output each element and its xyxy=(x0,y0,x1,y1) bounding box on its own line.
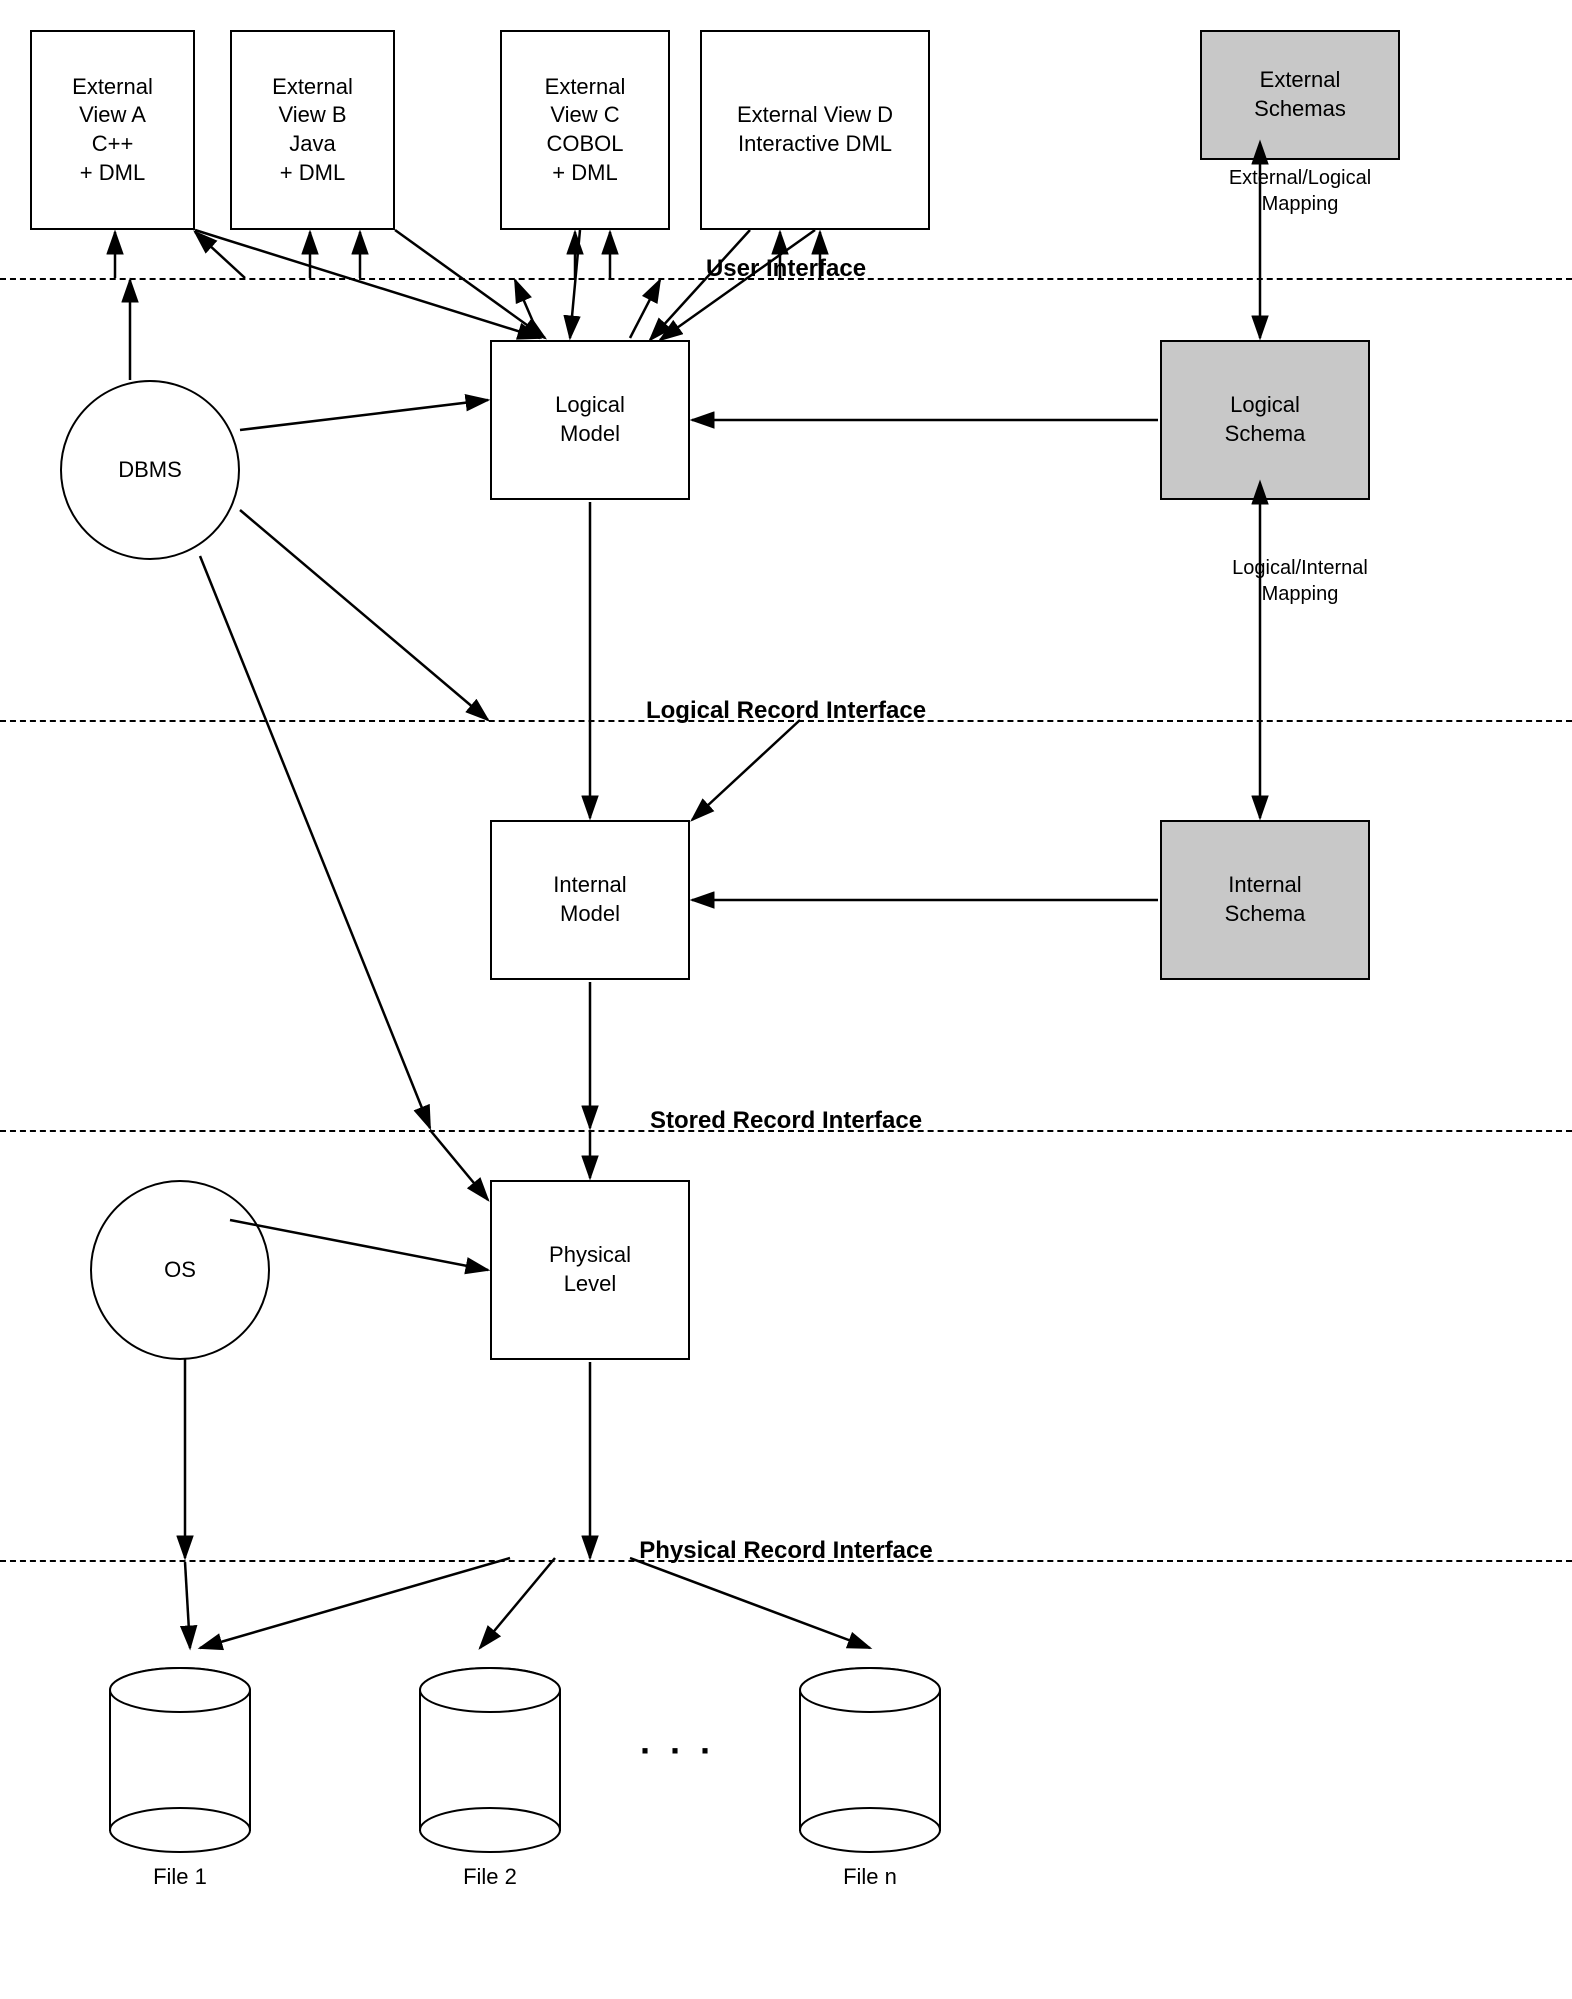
physical-level-box: Physical Level xyxy=(490,1180,690,1360)
logical-schema-box: Logical Schema xyxy=(1160,340,1370,500)
filen-cylinder: File n xyxy=(780,1650,960,1900)
ext-view-c-box: External View C COBOL + DML xyxy=(500,30,670,230)
dbms-circle: DBMS xyxy=(60,380,240,560)
ext-view-b-box: External View B Java + DML xyxy=(230,30,395,230)
file2-cylinder: File 2 xyxy=(400,1650,580,1900)
user-interface-label: User Interface xyxy=(706,255,866,283)
internal-schema-box: Internal Schema xyxy=(1160,820,1370,980)
logical-model-box: Logical Model xyxy=(490,340,690,500)
stored-record-interface-label: Stored Record Interface xyxy=(650,1107,922,1135)
dots-label: · · · xyxy=(640,1730,716,1772)
file2-label: File 2 xyxy=(463,1864,517,1890)
os-circle: OS xyxy=(90,1180,270,1360)
diagram-container: User Interface Logical Record Interface … xyxy=(0,0,1572,1999)
logical-record-interface-label: Logical Record Interface xyxy=(646,697,926,725)
ext-schemas-box: External Schemas xyxy=(1200,30,1400,160)
internal-model-box: Internal Model xyxy=(490,820,690,980)
file1-cylinder: File 1 xyxy=(90,1650,270,1900)
file1-label: File 1 xyxy=(153,1864,207,1890)
filen-label: File n xyxy=(843,1864,897,1890)
ext-view-a-box: External View A C++ + DML xyxy=(30,30,195,230)
physical-record-interface-label: Physical Record Interface xyxy=(639,1537,932,1565)
logical-internal-mapping-label: Logical/Internal Mapping xyxy=(1200,555,1400,607)
ext-view-d-box: External View D Interactive DML xyxy=(700,30,930,230)
ext-logical-mapping-label: External/Logical Mapping xyxy=(1200,165,1400,217)
